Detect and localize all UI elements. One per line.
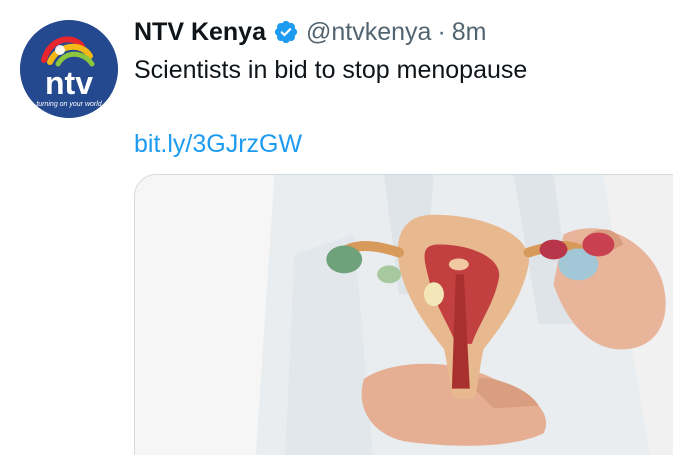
avatar[interactable]: ntv turning on your world xyxy=(20,20,118,118)
avatar-logo-text: ntv xyxy=(45,65,93,101)
verified-badge-icon xyxy=(273,19,299,45)
display-name[interactable]: NTV Kenya xyxy=(134,18,266,47)
tweet-header: NTV Kenya @ntvkenya · 8m xyxy=(134,14,487,50)
tweet-media-image[interactable] xyxy=(134,174,673,455)
timestamp[interactable]: 8m xyxy=(452,18,487,47)
uterus-model-image-icon xyxy=(135,175,673,455)
tweet-text: Scientists in bid to stop menopause xyxy=(134,56,528,84)
separator-dot: · xyxy=(437,17,446,46)
ntv-logo-icon: ntv turning on your world xyxy=(20,20,118,118)
user-handle[interactable]: @ntvkenya xyxy=(306,18,431,47)
avatar-tagline: turning on your world xyxy=(36,101,102,108)
tweet-link[interactable]: bit.ly/3GJrzGW xyxy=(134,130,302,159)
